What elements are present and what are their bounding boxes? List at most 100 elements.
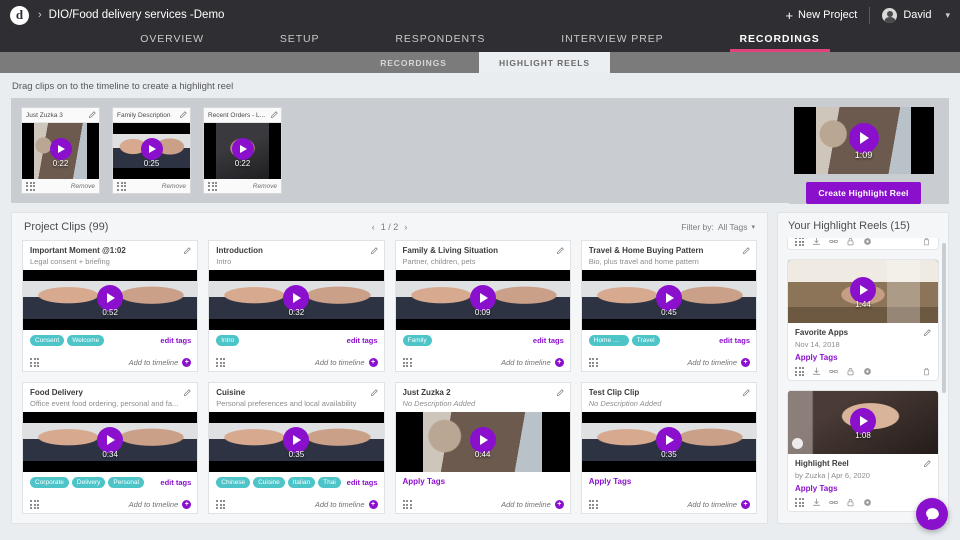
clip-card[interactable]: Cuisine Personal preferences and local a… [208, 382, 384, 514]
chevron-down-icon[interactable]: ▾ [945, 10, 950, 21]
drag-handle-icon[interactable] [26, 182, 35, 191]
clip-thumbnail[interactable]: 0:44 [396, 412, 570, 472]
clip-tag[interactable]: Welcome [67, 335, 104, 346]
drag-handle-icon[interactable] [30, 358, 39, 367]
apply-tags-button[interactable]: Apply Tags [403, 477, 446, 486]
app-logo-icon[interactable]: d [10, 6, 29, 25]
clip-card[interactable]: Introduction Intro 0:32 Introedit tags A… [208, 240, 384, 372]
edit-pencil-icon[interactable] [923, 460, 931, 468]
tab-recordings[interactable]: RECORDINGS [348, 52, 479, 73]
timeline-clip-card[interactable]: Family Description 0:25 Remove [112, 107, 191, 194]
timeline-clip-thumbnail[interactable]: 0:22 [22, 123, 99, 179]
drag-handle-icon[interactable] [117, 182, 126, 191]
lock-icon[interactable] [846, 367, 855, 376]
add-to-timeline-button[interactable]: Add to timeline + [129, 358, 192, 367]
gear-icon[interactable] [863, 367, 872, 376]
nav-item-interview-prep[interactable]: INTERVIEW PREP [561, 33, 663, 52]
avatar[interactable] [882, 8, 897, 23]
link-icon[interactable] [829, 498, 838, 507]
clip-card[interactable]: Important Moment @1:02 Legal consent + b… [22, 240, 198, 372]
grid-icon[interactable] [795, 238, 804, 246]
edit-tags-button[interactable]: edit tags [347, 478, 378, 487]
lock-icon[interactable] [846, 238, 855, 246]
play-button-icon[interactable] [470, 427, 496, 453]
clip-tag[interactable]: Travel [632, 335, 660, 346]
gear-icon[interactable] [863, 238, 872, 246]
clip-tag[interactable]: Family [403, 335, 432, 346]
trash-icon[interactable] [922, 367, 931, 376]
gear-icon[interactable] [863, 498, 872, 507]
edit-pencil-icon[interactable] [370, 389, 378, 397]
reel-thumbnail[interactable]: 1:08 [788, 391, 938, 454]
add-to-timeline-button[interactable]: Add to timeline + [315, 358, 378, 367]
grid-icon[interactable] [795, 367, 804, 376]
apply-tags-button[interactable]: Apply Tags [589, 477, 632, 486]
clip-tag[interactable]: Thai [318, 477, 341, 488]
filter-dropdown[interactable]: Filter by: All Tags ▾ [681, 222, 755, 232]
play-button-icon[interactable] [283, 427, 309, 453]
edit-tags-button[interactable]: edit tags [347, 336, 378, 345]
clip-tag[interactable]: Corporate [30, 477, 69, 488]
drag-handle-icon[interactable] [589, 500, 598, 509]
link-icon[interactable] [829, 367, 838, 376]
add-to-timeline-button[interactable]: Add to timeline + [687, 500, 750, 509]
add-to-timeline-button[interactable]: Add to timeline + [687, 358, 750, 367]
drag-handle-icon[interactable] [403, 358, 412, 367]
new-project-button[interactable]: + New Project [785, 9, 857, 22]
download-icon[interactable] [812, 498, 821, 507]
reels-scrollbar[interactable] [942, 243, 946, 393]
edit-pencil-icon[interactable] [270, 111, 278, 119]
drag-handle-icon[interactable] [30, 500, 39, 509]
edit-pencil-icon[interactable] [556, 389, 564, 397]
clip-tag[interactable]: Home Cooking [589, 335, 629, 346]
clip-thumbnail[interactable]: 0:35 [209, 412, 383, 472]
nav-item-setup[interactable]: SETUP [280, 33, 320, 52]
edit-pencil-icon[interactable] [742, 389, 750, 397]
clip-card[interactable]: Just Zuzka 2 No Description Added 0:44 A… [395, 382, 571, 514]
timeline-clip-card[interactable]: Recent Orders - L... 0:22 Remove [203, 107, 282, 194]
timeline-clip-card[interactable]: Just Zuzka 3 0:22 Remove [21, 107, 100, 194]
edit-pencil-icon[interactable] [556, 247, 564, 255]
trash-icon[interactable] [922, 238, 931, 246]
drag-handle-icon[interactable] [216, 500, 225, 509]
clip-tag[interactable]: Personal [108, 477, 144, 488]
remove-clip-button[interactable]: Remove [162, 183, 186, 190]
clip-card[interactable]: Family & Living Situation Partner, child… [395, 240, 571, 372]
download-icon[interactable] [812, 238, 821, 246]
reel-card[interactable]: 1:08 Highlight Reel by Zuzka | Apr 6, 20… [787, 390, 939, 512]
breadcrumb[interactable]: DIO/Food delivery services -Demo [49, 9, 225, 21]
add-to-timeline-button[interactable]: Add to timeline + [501, 500, 564, 509]
reel-card-partial[interactable] [787, 238, 939, 250]
highlight-reels-list[interactable]: 1:44 Favorite Apps Nov 14, 2018 Apply Ta… [778, 238, 948, 523]
remove-clip-button[interactable]: Remove [253, 183, 277, 190]
chat-widget-button[interactable] [916, 498, 948, 530]
download-icon[interactable] [812, 367, 821, 376]
apply-tags-button[interactable]: Apply Tags [795, 484, 931, 493]
link-icon[interactable] [829, 238, 838, 246]
clip-tag[interactable]: Consent [30, 335, 64, 346]
edit-pencil-icon[interactable] [923, 329, 931, 337]
edit-pencil-icon[interactable] [179, 111, 187, 119]
apply-tags-button[interactable]: Apply Tags [795, 353, 931, 362]
clip-thumbnail[interactable]: 0:34 [23, 412, 197, 472]
play-button-icon[interactable] [470, 285, 496, 311]
edit-tags-button[interactable]: edit tags [533, 336, 564, 345]
play-button-icon[interactable] [850, 277, 876, 303]
clip-thumbnail[interactable]: 0:09 [396, 270, 570, 330]
timeline-clip-thumbnail[interactable]: 0:25 [113, 123, 190, 179]
edit-tags-button[interactable]: edit tags [160, 478, 191, 487]
highlight-reel-preview[interactable]: 1:09 [794, 107, 934, 174]
clip-tag[interactable]: Delivery [72, 477, 105, 488]
edit-pencil-icon[interactable] [88, 111, 96, 119]
edit-pencil-icon[interactable] [742, 247, 750, 255]
play-button-icon[interactable] [97, 427, 123, 453]
play-button-icon[interactable] [656, 285, 682, 311]
drag-handle-icon[interactable] [216, 358, 225, 367]
play-button-icon[interactable] [850, 408, 876, 434]
reel-card[interactable]: 1:44 Favorite Apps Nov 14, 2018 Apply Ta… [787, 259, 939, 381]
nav-item-overview[interactable]: OVERVIEW [140, 33, 204, 52]
add-to-timeline-button[interactable]: Add to timeline + [315, 500, 378, 509]
play-button-icon[interactable] [656, 427, 682, 453]
play-button-icon[interactable] [232, 138, 254, 160]
grid-icon[interactable] [795, 498, 804, 507]
